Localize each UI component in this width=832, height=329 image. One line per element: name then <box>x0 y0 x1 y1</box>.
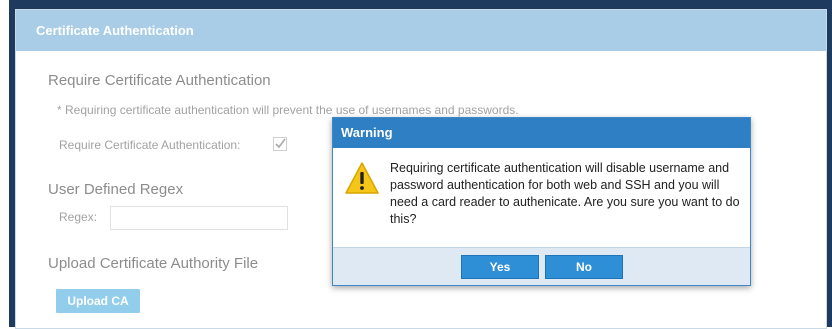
regex-input[interactable] <box>110 206 288 230</box>
warning-dialog: Warning Requiring certificate authentica… <box>332 117 751 286</box>
upload-ca-button[interactable]: Upload CA <box>56 289 140 313</box>
require-cert-label: Require Certificate Authentication: <box>59 138 241 152</box>
dialog-message: Requiring certificate authentication wil… <box>390 161 740 226</box>
require-cert-title: Require Certificate Authentication <box>48 72 271 89</box>
no-button[interactable]: No <box>545 255 623 279</box>
yes-button[interactable]: Yes <box>461 255 539 279</box>
dialog-footer: Yes No <box>333 247 750 285</box>
regex-title: User Defined Regex <box>48 181 184 198</box>
warning-triangle-icon <box>345 162 379 194</box>
require-cert-checkbox[interactable] <box>273 137 287 151</box>
require-cert-note: * Requiring certificate authentication w… <box>57 103 519 117</box>
regex-label: Regex: <box>59 210 98 224</box>
panel-header: Certificate Authentication <box>16 10 826 51</box>
checkmark-icon <box>273 137 287 151</box>
dialog-title: Warning <box>333 118 750 148</box>
upload-ca-title: Upload Certificate Authority File <box>48 255 259 272</box>
